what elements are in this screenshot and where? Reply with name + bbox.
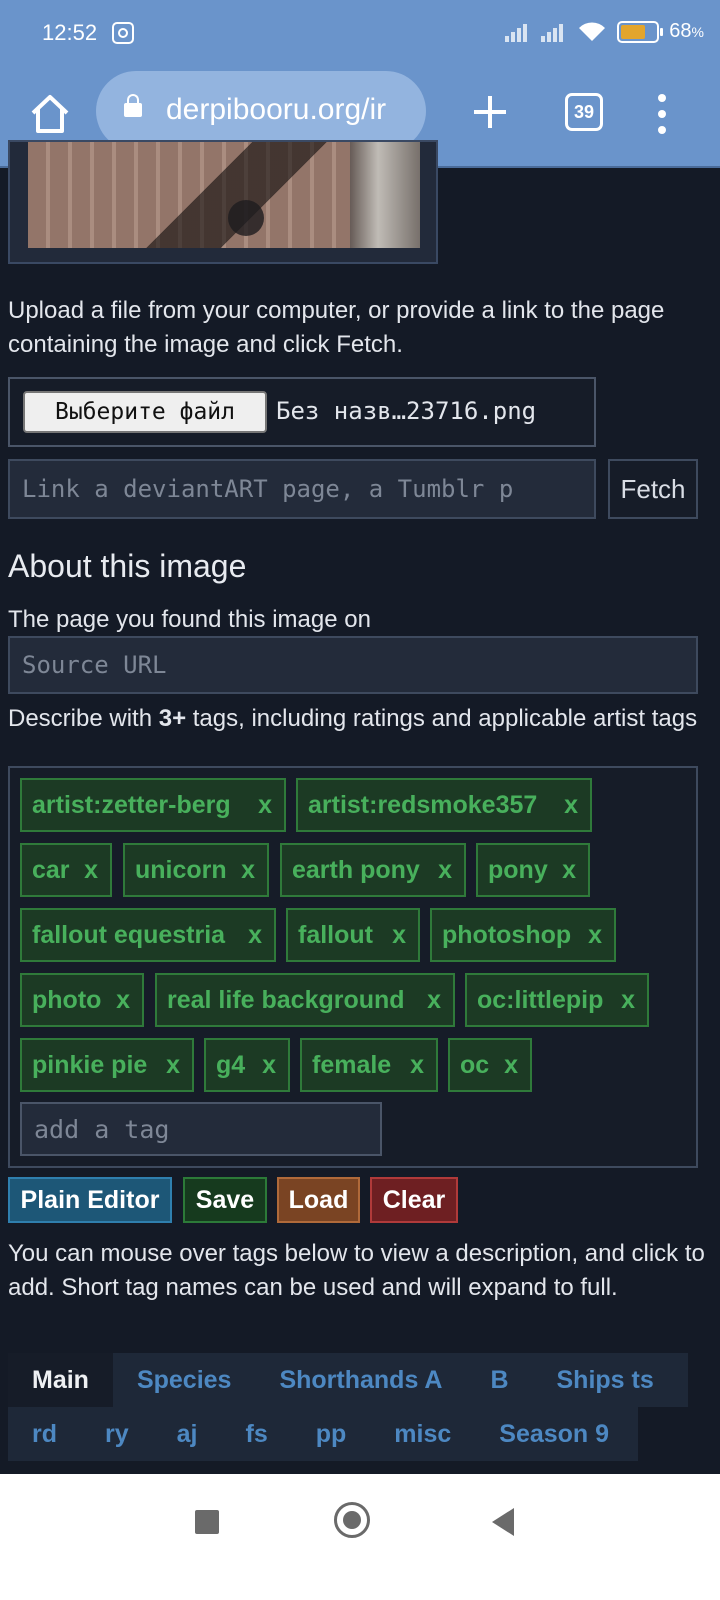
- clear-button[interactable]: Clear: [370, 1177, 458, 1223]
- remove-tag-icon[interactable]: x: [166, 1040, 180, 1090]
- system-nav-bar: [0, 1474, 720, 1600]
- image-preview-frame: [8, 140, 438, 264]
- tag-chip[interactable]: pinkie pie x: [20, 1038, 194, 1092]
- status-icons: 68%: [505, 20, 704, 43]
- remove-tag-icon[interactable]: x: [410, 1040, 424, 1090]
- remove-tag-icon[interactable]: x: [562, 845, 576, 895]
- remove-tag-icon[interactable]: x: [564, 780, 578, 830]
- choose-file-button[interactable]: Выберите файл: [23, 391, 267, 433]
- tag-chip[interactable]: female x: [300, 1038, 438, 1092]
- remove-tag-icon[interactable]: x: [588, 910, 602, 960]
- tab-main[interactable]: Main: [8, 1353, 113, 1407]
- new-tab-icon[interactable]: [470, 92, 510, 132]
- tag-hint: You can mouse over tags below to view a …: [8, 1240, 705, 1301]
- signal-icon: [505, 22, 531, 42]
- tab-ships[interactable]: Ships ts: [533, 1353, 678, 1407]
- tab-pp[interactable]: pp: [292, 1407, 371, 1461]
- remove-tag-icon[interactable]: x: [116, 975, 130, 1025]
- home-icon[interactable]: [28, 92, 72, 136]
- upload-instructions: Upload a file from your computer, or pro…: [8, 297, 665, 358]
- tag-category-tabs-2: rd ry aj fs pp misc Season 9: [8, 1407, 638, 1461]
- tag-chip[interactable]: artist:zetter-berg x: [20, 778, 286, 832]
- add-tag-input[interactable]: [20, 1102, 382, 1156]
- remove-tag-icon[interactable]: x: [84, 845, 98, 895]
- tag-chip[interactable]: fallout x: [286, 908, 420, 962]
- fetch-button[interactable]: Fetch: [608, 459, 698, 519]
- tag-chip[interactable]: g4 x: [204, 1038, 290, 1092]
- address-bar[interactable]: derpibooru.org/ir: [96, 71, 426, 151]
- tab-b[interactable]: B: [466, 1353, 532, 1407]
- tag-chip[interactable]: unicorn x: [123, 843, 269, 897]
- url-text: derpibooru.org/ir: [166, 93, 387, 126]
- remove-tag-icon[interactable]: x: [392, 910, 406, 960]
- source-label: The page you found this image on: [8, 606, 371, 633]
- remove-tag-icon[interactable]: x: [248, 910, 262, 960]
- tag-chip[interactable]: photo x: [20, 973, 144, 1027]
- tag-chip[interactable]: fallout equestria x: [20, 908, 276, 962]
- status-bar: 12:52 68%: [0, 0, 720, 66]
- tab-rd[interactable]: rd: [8, 1407, 81, 1461]
- tab-fs[interactable]: fs: [222, 1407, 292, 1461]
- home-circle-icon[interactable]: [334, 1502, 370, 1538]
- back-icon[interactable]: [492, 1508, 514, 1536]
- tags-instructions: Describe with 3+ tags, including ratings…: [8, 705, 698, 732]
- tab-season-9[interactable]: Season 9: [475, 1407, 633, 1461]
- file-upload-field: Выберите файл Без назв…23716.png: [8, 377, 596, 447]
- clock: 12:52: [42, 20, 98, 45]
- tab-aj[interactable]: aj: [153, 1407, 222, 1461]
- tab-species[interactable]: Species: [113, 1353, 256, 1407]
- tag-chip[interactable]: real life background x: [155, 973, 455, 1027]
- selected-file-name: Без назв…23716.png: [276, 397, 537, 425]
- remove-tag-icon[interactable]: x: [427, 975, 441, 1025]
- tab-ry[interactable]: ry: [81, 1407, 153, 1461]
- tab-switcher-button[interactable]: 39: [565, 93, 603, 131]
- tag-chip[interactable]: oc x: [448, 1038, 532, 1092]
- tag-chip[interactable]: earth pony x: [280, 843, 466, 897]
- tag-editor: artist:zetter-berg x artist:redsmoke357 x …: [8, 766, 698, 1168]
- about-heading: About this image: [8, 548, 247, 584]
- wifi-icon: [579, 21, 606, 41]
- remove-tag-icon[interactable]: x: [262, 1040, 276, 1090]
- remove-tag-icon[interactable]: x: [258, 780, 272, 830]
- tag-chip[interactable]: photoshop x: [430, 908, 616, 962]
- tag-chip[interactable]: pony x: [476, 843, 590, 897]
- recents-icon[interactable]: [195, 1510, 219, 1534]
- tag-category-tabs: Main Species Shorthands A B Ships ts: [8, 1353, 688, 1407]
- remove-tag-icon[interactable]: x: [241, 845, 255, 895]
- instagram-icon: [112, 22, 134, 44]
- plain-editor-button[interactable]: Plain Editor: [8, 1177, 172, 1223]
- tab-shorthands-a[interactable]: Shorthands A: [255, 1353, 466, 1407]
- remove-tag-icon[interactable]: x: [438, 845, 452, 895]
- signal-icon-2: [541, 22, 567, 42]
- tab-misc[interactable]: misc: [370, 1407, 475, 1461]
- battery-icon: [617, 20, 664, 43]
- more-menu-icon[interactable]: [656, 92, 668, 136]
- image-preview: [28, 142, 420, 248]
- battery-level: 68%: [669, 20, 704, 42]
- source-url-input[interactable]: [8, 636, 698, 694]
- tag-chip[interactable]: artist:redsmoke357 x: [296, 778, 592, 832]
- load-button[interactable]: Load: [277, 1177, 360, 1223]
- remove-tag-icon[interactable]: x: [504, 1040, 518, 1090]
- tag-chip[interactable]: car x: [20, 843, 112, 897]
- save-button[interactable]: Save: [183, 1177, 267, 1223]
- lock-icon: [124, 94, 142, 117]
- tag-chip[interactable]: oc:littlepip x: [465, 973, 649, 1027]
- remove-tag-icon[interactable]: x: [621, 975, 635, 1025]
- image-url-input[interactable]: [8, 459, 596, 519]
